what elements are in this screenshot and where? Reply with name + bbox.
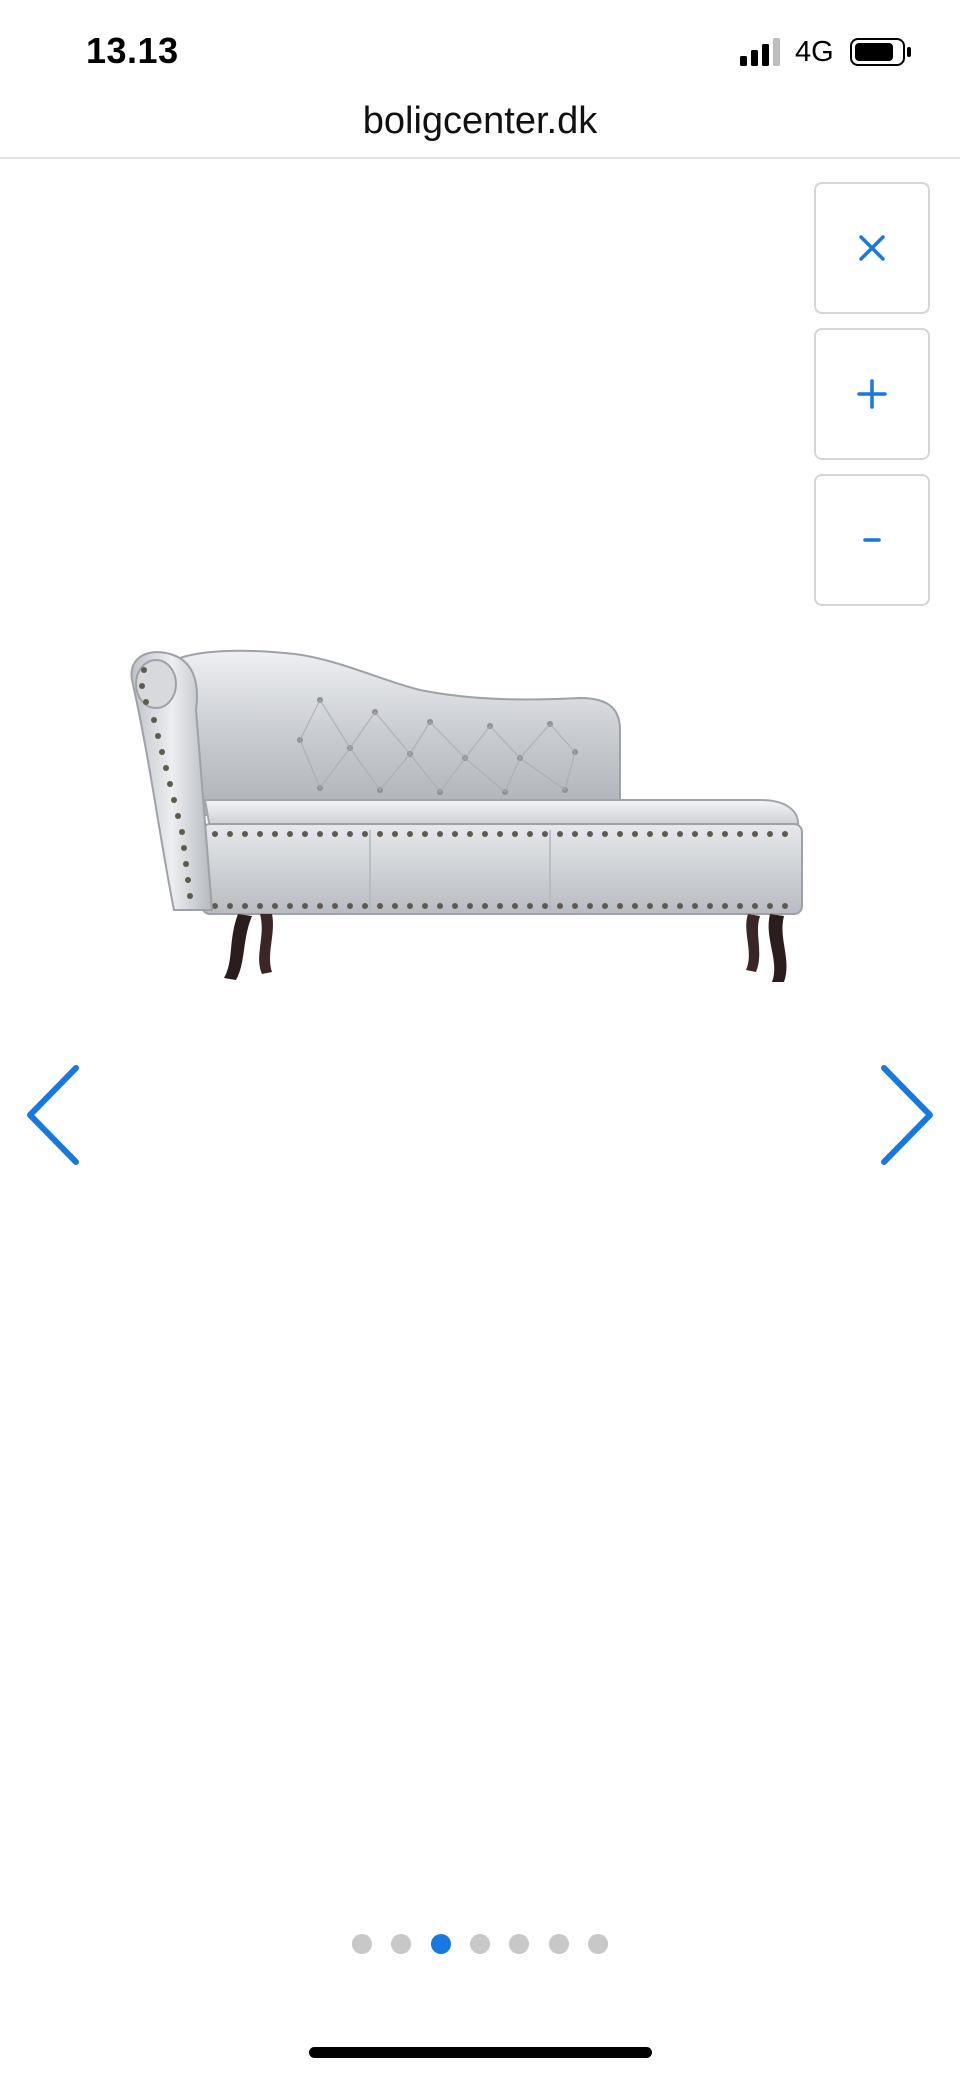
zoom-out-button[interactable]: [814, 474, 930, 606]
pagination-dot-5[interactable]: [509, 1934, 530, 1954]
pagination-dot-1[interactable]: [352, 1934, 372, 1954]
plus-icon: [857, 379, 887, 409]
close-icon: [859, 235, 885, 261]
pagination-dot-7[interactable]: [587, 1934, 608, 1954]
pagination-dot-3-active[interactable]: [430, 1934, 451, 1954]
pagination-dot-6[interactable]: [548, 1934, 569, 1954]
chevron-right-icon[interactable]: [870, 1060, 940, 1170]
pagination-dot-4[interactable]: [469, 1934, 490, 1954]
minus-icon: [863, 538, 881, 542]
signal-icon: [740, 38, 780, 66]
pagination-dots: [352, 1932, 608, 1956]
pagination-dot-2[interactable]: [391, 1934, 412, 1954]
network-type: 4G: [795, 36, 834, 68]
zoom-controls: [814, 182, 930, 620]
url-text: boligcenter.dk: [362, 100, 598, 142]
close-button[interactable]: [814, 182, 930, 314]
battery-icon: [850, 38, 911, 66]
chevron-left-icon[interactable]: [20, 1060, 90, 1170]
address-bar[interactable]: boligcenter.dk: [0, 96, 960, 158]
home-indicator[interactable]: [309, 2047, 652, 2058]
zoom-in-button[interactable]: [814, 328, 930, 460]
status-bar: 13.13 4G: [0, 0, 960, 104]
url-divider: [0, 157, 960, 159]
product-image[interactable]: [120, 640, 840, 1020]
status-time: 13.13: [86, 30, 179, 71]
